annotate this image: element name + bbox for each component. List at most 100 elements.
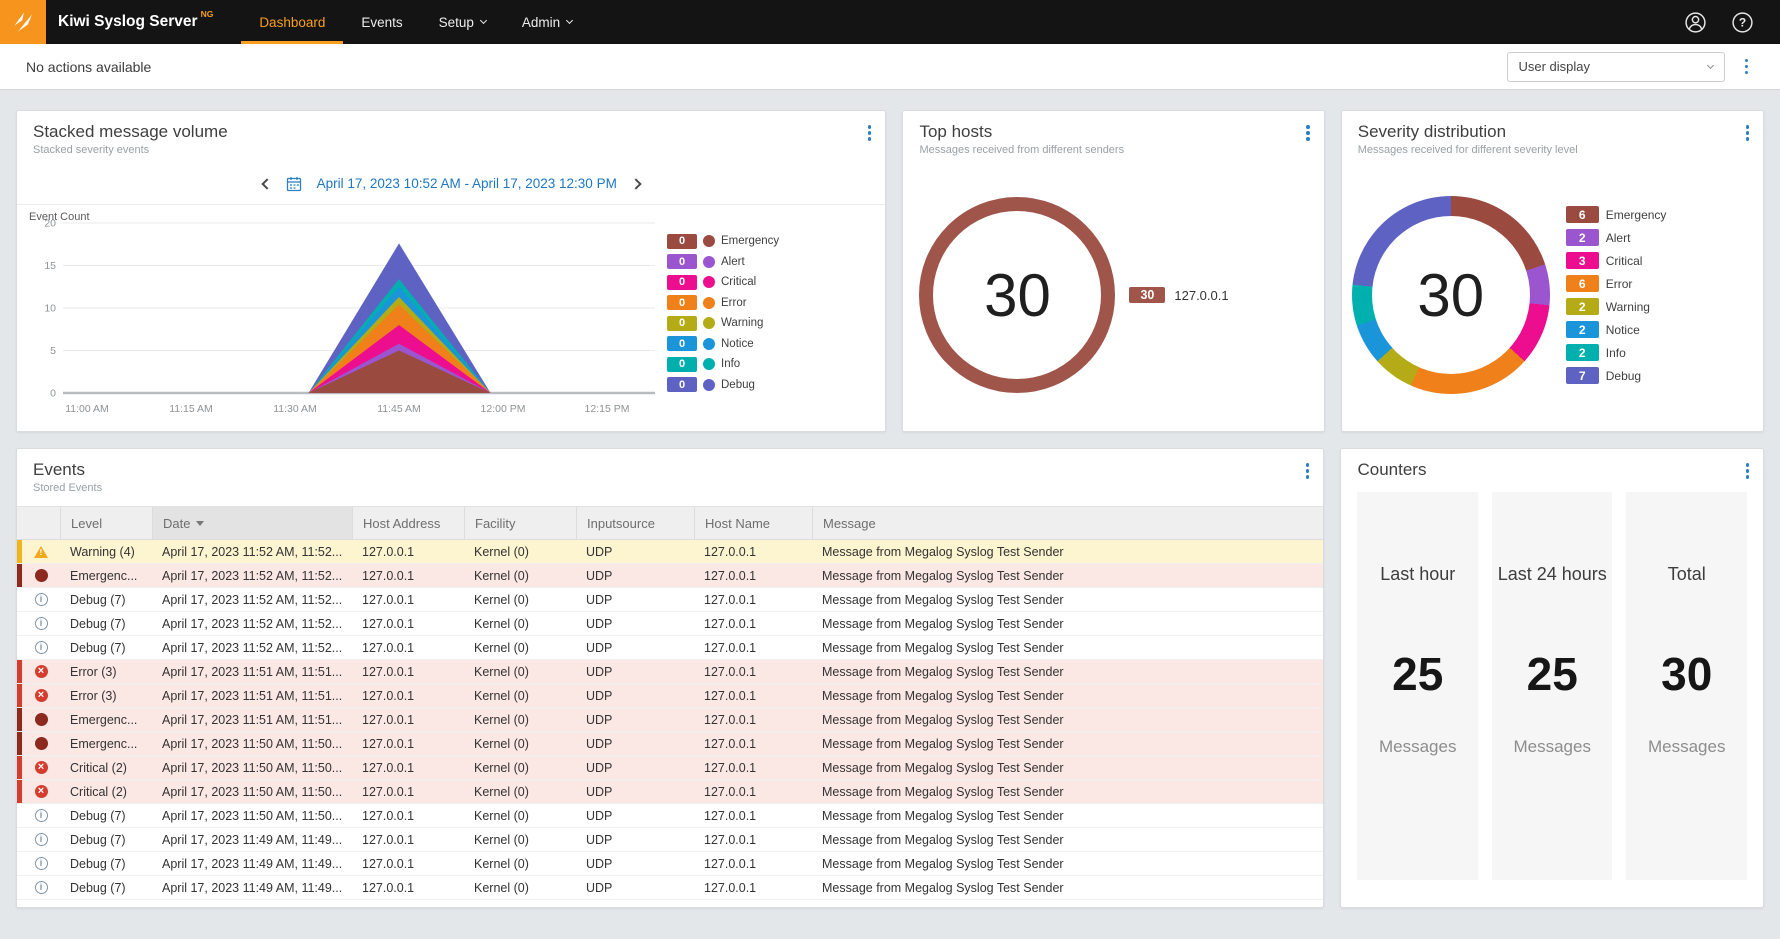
- legend-item-alert[interactable]: 0 Alert: [667, 252, 779, 273]
- card-kebab-menu[interactable]: [1300, 119, 1316, 147]
- legend-item-info[interactable]: 2 Info: [1566, 341, 1667, 364]
- cell-date: April 17, 2023 11:51 AM, 11:51...: [152, 665, 352, 679]
- svg-text:15: 15: [44, 260, 56, 272]
- table-row[interactable]: ×Critical (2)April 17, 2023 11:50 AM, 11…: [17, 780, 1323, 804]
- cell-message: Message from Megalog Syslog Test Sender: [812, 593, 1323, 607]
- cell-host-address: 127.0.0.1: [352, 857, 464, 871]
- legend-item-debug[interactable]: 7 Debug: [1566, 364, 1667, 387]
- legend-label: Info: [721, 358, 740, 370]
- table-row[interactable]: ×Error (3)April 17, 2023 11:51 AM, 11:51…: [17, 660, 1323, 684]
- app-title: Kiwi Syslog Server NG: [58, 0, 213, 44]
- total-messages-value: 30: [984, 261, 1051, 330]
- legend-count-badge: 0: [667, 234, 697, 249]
- table-row[interactable]: iDebug (7)April 17, 2023 11:49 AM, 11:49…: [17, 852, 1323, 876]
- severity-icon-cell: i: [22, 881, 60, 894]
- severity-icon-cell: ×: [22, 665, 60, 678]
- account-icon[interactable]: [1684, 11, 1707, 34]
- top-navigation-bar: Kiwi Syslog Server NG Dashboard Events S…: [0, 0, 1780, 44]
- table-row[interactable]: Emergenc...April 17, 2023 11:51 AM, 11:5…: [17, 708, 1323, 732]
- legend-label: Error: [721, 297, 747, 309]
- legend-label: Emergency: [1606, 208, 1667, 222]
- svg-text:11:30 AM: 11:30 AM: [273, 403, 317, 415]
- table-row[interactable]: ×Critical (2)April 17, 2023 11:50 AM, 11…: [17, 756, 1323, 780]
- column-header-facility[interactable]: Facility: [464, 507, 576, 539]
- column-header-label: Inputsource: [587, 516, 655, 531]
- help-icon[interactable]: ?: [1731, 11, 1754, 34]
- card-title: Counters: [1357, 460, 1747, 480]
- nav-label: Events: [361, 15, 402, 30]
- column-header-level[interactable]: Level: [60, 507, 152, 539]
- table-row[interactable]: Emergenc...April 17, 2023 11:50 AM, 11:5…: [17, 732, 1323, 756]
- date-range-label[interactable]: April 17, 2023 10:52 AM - April 17, 2023…: [317, 176, 617, 191]
- legend-item-emergency[interactable]: 0 Emergency: [667, 231, 779, 252]
- legend-item-notice[interactable]: 2 Notice: [1566, 318, 1667, 341]
- counter-value: 25: [1392, 647, 1443, 701]
- date-range-bar: April 17, 2023 10:52 AM - April 17, 2023…: [17, 163, 885, 205]
- table-row[interactable]: iDebug (7)April 17, 2023 11:49 AM, 11:49…: [17, 876, 1323, 900]
- nav-tab-setup[interactable]: Setup: [421, 0, 504, 44]
- top-hosts-donut-chart: 30: [919, 197, 1115, 393]
- calendar-icon[interactable]: [286, 176, 302, 192]
- legend-item-warning[interactable]: 2 Warning: [1566, 295, 1667, 318]
- legend-item-warning[interactable]: 0 Warning: [667, 313, 779, 334]
- table-row[interactable]: iDebug (7)April 17, 2023 11:52 AM, 11:52…: [17, 612, 1323, 636]
- legend-item-emergency[interactable]: 6 Emergency: [1566, 203, 1667, 226]
- cell-inputsource: UDP: [576, 689, 694, 703]
- cell-level: Debug (7): [60, 593, 152, 607]
- table-row[interactable]: iDebug (7)April 17, 2023 11:50 AM, 11:50…: [17, 804, 1323, 828]
- stacked-message-volume-card: Stacked message volume Stacked severity …: [16, 110, 886, 432]
- card-kebab-menu[interactable]: [1740, 119, 1756, 147]
- cell-message: Message from Megalog Syslog Test Sender: [812, 857, 1323, 871]
- card-kebab-menu[interactable]: [862, 119, 878, 147]
- nav-tab-admin[interactable]: Admin: [504, 0, 590, 44]
- cell-host-name: 127.0.0.1: [694, 737, 812, 751]
- table-row[interactable]: iDebug (7)April 17, 2023 11:52 AM, 11:52…: [17, 636, 1323, 660]
- table-row[interactable]: Emergenc...April 17, 2023 11:52 AM, 11:5…: [17, 564, 1323, 588]
- actionbar-kebab-menu[interactable]: [1739, 53, 1755, 81]
- card-subtitle: Stored Events: [33, 482, 1307, 494]
- info-icon: i: [35, 809, 48, 822]
- user-display-select[interactable]: User display: [1507, 52, 1725, 82]
- events-table-body: Warning (4)April 17, 2023 11:52 AM, 11:5…: [17, 540, 1323, 900]
- legend-count-badge: 2: [1566, 344, 1599, 361]
- legend-item-alert[interactable]: 2 Alert: [1566, 226, 1667, 249]
- column-header-inputsource[interactable]: Inputsource: [576, 507, 694, 539]
- legend-item-notice[interactable]: 0 Notice: [667, 334, 779, 355]
- table-row[interactable]: iDebug (7)April 17, 2023 11:49 AM, 11:49…: [17, 828, 1323, 852]
- next-range-chevron-icon[interactable]: [630, 178, 641, 189]
- legend-item-debug[interactable]: 0 Debug: [667, 375, 779, 396]
- card-kebab-menu[interactable]: [1300, 457, 1316, 485]
- column-header-host-address[interactable]: Host Address: [352, 507, 464, 539]
- prev-range-chevron-icon[interactable]: [261, 178, 272, 189]
- legend-item-info[interactable]: 0 Info: [667, 354, 779, 375]
- cell-host-name: 127.0.0.1: [694, 857, 812, 871]
- legend-label: Warning: [1606, 300, 1650, 314]
- cell-facility: Kernel (0): [464, 641, 576, 655]
- solarwinds-logo[interactable]: [0, 0, 46, 44]
- svg-text:11:45 AM: 11:45 AM: [377, 403, 421, 415]
- column-header-host-name[interactable]: Host Name: [694, 507, 812, 539]
- nav-label: Admin: [522, 15, 560, 30]
- table-row[interactable]: ×Error (3)April 17, 2023 11:51 AM, 11:51…: [17, 684, 1323, 708]
- cell-host-address: 127.0.0.1: [352, 617, 464, 631]
- emergency-icon: [35, 737, 48, 750]
- cell-level: Error (3): [60, 689, 152, 703]
- nav-tab-dashboard[interactable]: Dashboard: [241, 0, 343, 44]
- legend-item-critical[interactable]: 0 Critical: [667, 272, 779, 293]
- legend-item-error[interactable]: 6 Error: [1566, 272, 1667, 295]
- table-row[interactable]: Warning (4)April 17, 2023 11:52 AM, 11:5…: [17, 540, 1323, 564]
- nav-tab-events[interactable]: Events: [343, 0, 420, 44]
- column-header-message[interactable]: Message: [812, 507, 1323, 539]
- column-header-label: Host Name: [705, 516, 770, 531]
- legend-item-critical[interactable]: 3 Critical: [1566, 249, 1667, 272]
- severity-icon-cell: [22, 546, 60, 558]
- cell-level: Emergenc...: [60, 737, 152, 751]
- card-kebab-menu[interactable]: [1740, 457, 1756, 485]
- table-row[interactable]: iDebug (7)April 17, 2023 11:52 AM, 11:52…: [17, 588, 1323, 612]
- cell-message: Message from Megalog Syslog Test Sender: [812, 737, 1323, 751]
- legend-item-error[interactable]: 0 Error: [667, 293, 779, 314]
- column-header-date[interactable]: Date: [152, 507, 352, 539]
- cell-host-name: 127.0.0.1: [694, 545, 812, 559]
- dashboard-content: Stacked message volume Stacked severity …: [0, 90, 1780, 928]
- total-messages-value: 30: [1417, 261, 1484, 330]
